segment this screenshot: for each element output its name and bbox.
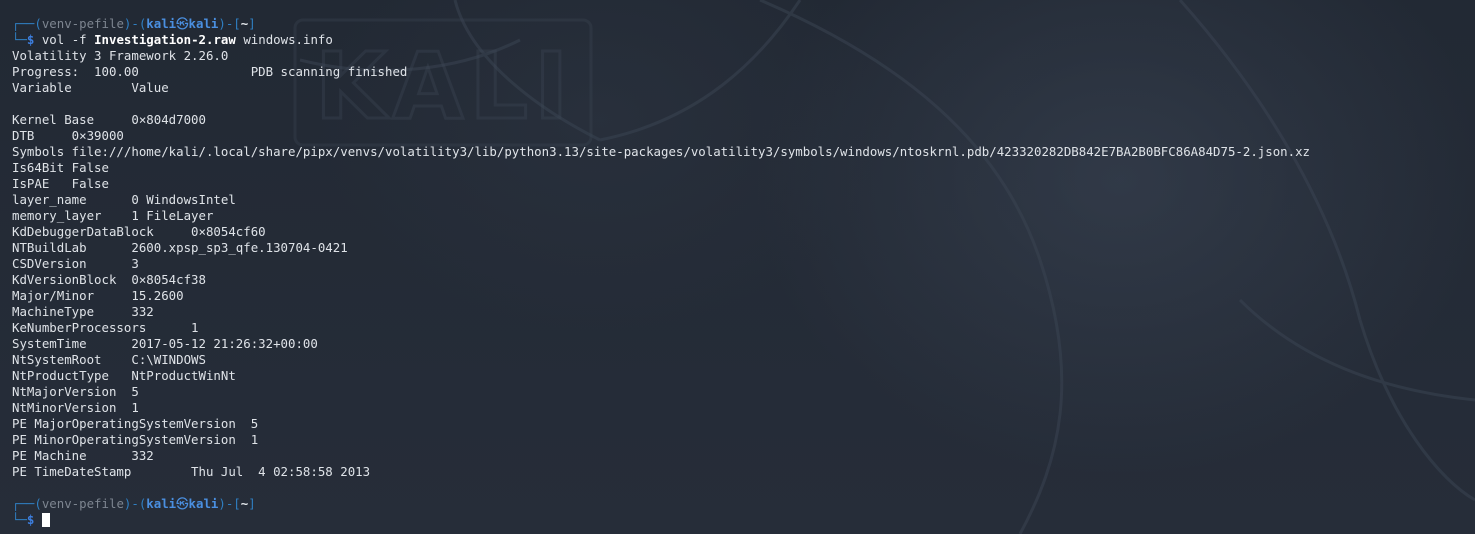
output-line: Volatility 3 Framework 2.26.0	[12, 48, 229, 63]
output-line: NtProductType NtProductWinNt	[12, 368, 236, 383]
output-line: NtSystemRoot C:\WINDOWS	[12, 352, 206, 367]
terminal-window[interactable]: KALI ┌──(venv-pefile)-(kali㉿kali)-[~] └─…	[0, 0, 1475, 534]
output-line: NTBuildLab 2600.xpsp_sp3_qfe.130704-0421	[12, 240, 348, 255]
output-line: NtMajorVersion 5	[12, 384, 139, 399]
output-line: DTB 0×39000	[12, 128, 124, 143]
output-line: Kernel Base 0×804d7000	[12, 112, 206, 127]
cursor-block-icon	[41, 513, 50, 527]
output-line: PE Machine 332	[12, 448, 154, 463]
command-line: └─$ vol -f Investigation-2.raw windows.i…	[12, 32, 333, 47]
output-line: MachineType 332	[12, 304, 154, 319]
output-line: IsPAE False	[12, 176, 109, 191]
prompt-user: kali	[146, 496, 177, 511]
output-line: SystemTime 2017-05-12 21:26:32+00:00	[12, 336, 318, 351]
output-line: PE MajorOperatingSystemVersion 5	[12, 416, 259, 431]
command-flag: -f	[71, 32, 87, 47]
output-line: KdDebuggerDataBlock 0×8054cf60	[12, 224, 266, 239]
prompt-host: kali	[188, 496, 219, 511]
output-line: KdVersionBlock 0×8054cf38	[12, 272, 206, 287]
prompt-line-2: ┌──(venv-pefile)-(kali㉿kali)-[~]	[12, 496, 256, 511]
output-line: PE TimeDateStamp Thu Jul 4 02:58:58 2013	[12, 464, 371, 479]
command-name: vol	[41, 32, 65, 47]
output-line: Major/Minor 15.2600	[12, 288, 184, 303]
at-icon: ㉿	[176, 496, 189, 511]
output-line: Progress: 100.00 PDB scanning finished	[12, 64, 408, 79]
prompt-host: kali	[188, 16, 219, 31]
at-icon: ㉿	[176, 16, 189, 31]
output-line: NtMinorVersion 1	[12, 400, 139, 415]
venv-name: venv-pefile	[41, 16, 124, 31]
command-plugin: windows.info	[243, 32, 333, 47]
output-line: Is64Bit False	[12, 160, 109, 175]
output-line: PE MinorOperatingSystemVersion 1	[12, 432, 259, 447]
output-line: KeNumberProcessors 1	[12, 320, 199, 335]
input-line[interactable]: └─$	[12, 512, 1475, 528]
output-line: Symbols file:///home/kali/.local/share/p…	[12, 144, 1311, 159]
terminal-output: ┌──(venv-pefile)-(kali㉿kali)-[~] └─$ vol…	[12, 16, 1475, 528]
command-file: Investigation-2.raw	[94, 32, 236, 47]
output-line: CSDVersion 3	[12, 256, 139, 271]
venv-name: venv-pefile	[41, 496, 124, 511]
output-line: layer_name 0 WindowsIntel	[12, 192, 236, 207]
prompt-user: kali	[146, 16, 177, 31]
output-line: Variable Value	[12, 80, 169, 95]
output-line: memory_layer 1 FileLayer	[12, 208, 214, 223]
prompt-line-1: ┌──(venv-pefile)-(kali㉿kali)-[~]	[12, 16, 256, 31]
